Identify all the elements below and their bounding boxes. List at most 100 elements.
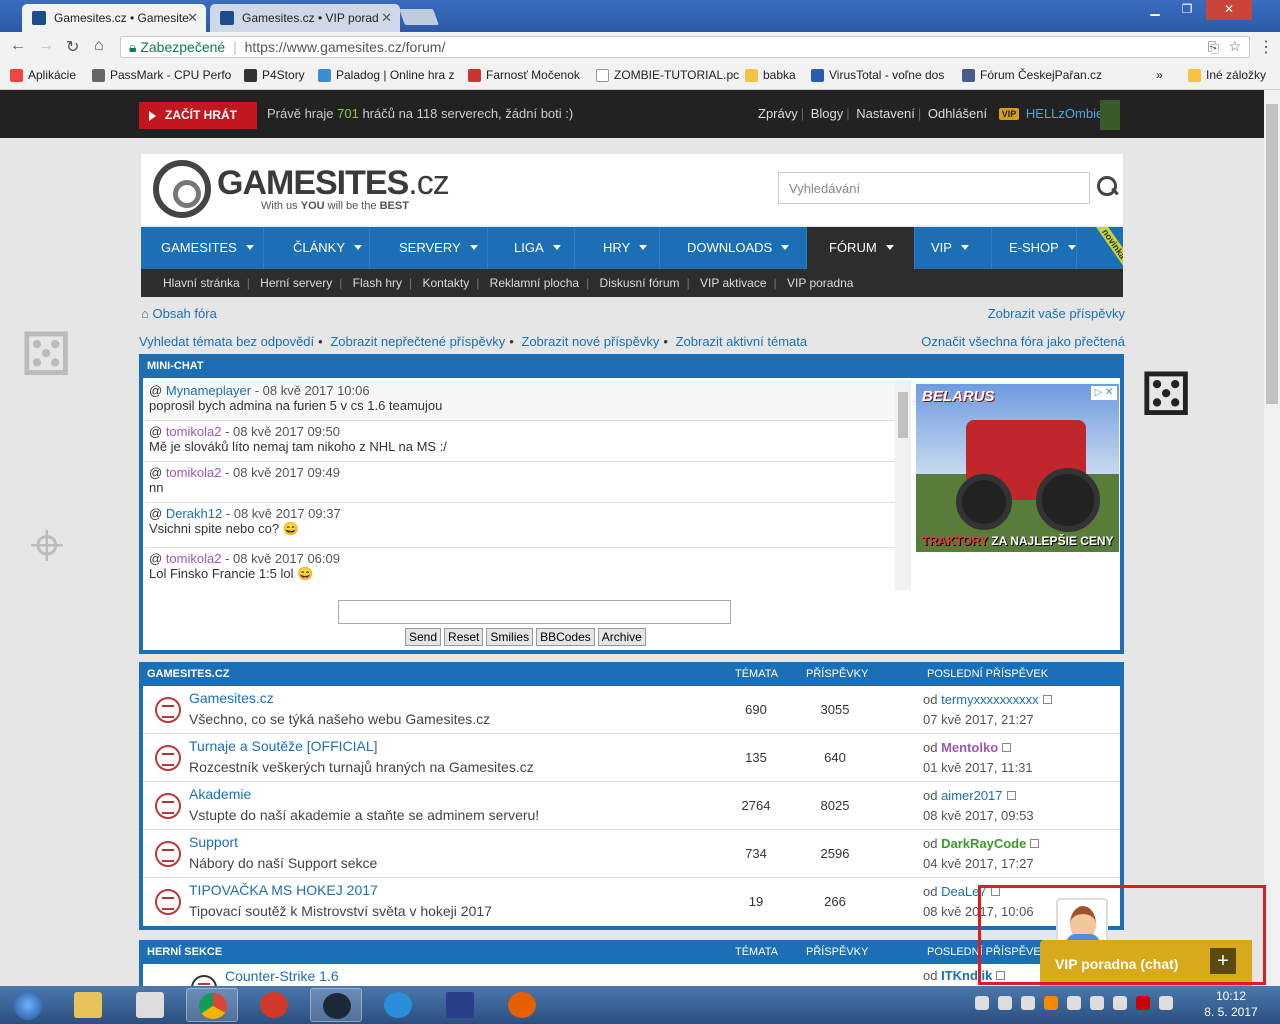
bookmark-farnost[interactable]: Farnosť Močenok [468,68,580,82]
ati-tray-icon[interactable] [1136,996,1150,1010]
chat-user[interactable]: tomikola2 [166,424,222,439]
bookmark-zombie-tutorial[interactable]: ZOMBIE-TUTORIAL.pc [596,68,739,82]
folder-taskbar-icon[interactable] [124,988,176,1022]
goto-post-icon[interactable] [1030,839,1040,848]
bookmark-ceskejparan[interactable]: Fórum ČeskejPařan.cz [962,68,1102,82]
forum-title-link[interactable]: Gamesites.cz [189,690,274,706]
nav-gamesites[interactable]: GAMESITES [141,227,264,269]
close-window-icon[interactable]: ✕ [1206,0,1252,20]
forum-title-link[interactable]: Turnaje a Soutěže [OFFICIAL] [189,738,378,754]
bookmark-passmark[interactable]: PassMark - CPU Perfo [92,68,231,82]
steam-tray-icon[interactable] [975,996,989,1010]
subnav-item[interactable]: Herní servery [260,276,332,290]
avast-tray-icon[interactable] [1044,996,1058,1010]
floppy-taskbar-icon[interactable] [434,988,486,1022]
link-settings[interactable]: Nastavení [856,106,915,121]
new-tab-button[interactable] [399,9,439,25]
goto-post-icon[interactable] [1042,695,1052,704]
explorer-taskbar-icon[interactable] [62,988,114,1022]
forward-arrow-icon[interactable]: → [38,37,54,55]
ad-choices-icon[interactable]: ▷ ✕ [1091,386,1117,400]
mark-all-read-link[interactable]: Označit všechna fóra jako přečtená [921,334,1125,349]
subnav-item[interactable]: Diskusní fórum [600,276,680,290]
forum-title-link[interactable]: Counter-Strike 1.6 [225,968,339,984]
chat-user[interactable]: Mynameplayer [166,383,251,398]
back-arrow-icon[interactable]: ← [10,37,26,55]
goto-post-icon[interactable] [1002,743,1012,752]
restore-icon[interactable]: ❐ [1172,0,1202,20]
shield-tray-icon[interactable] [1067,996,1081,1010]
ie-taskbar-icon[interactable] [372,988,424,1022]
bookmark-babka[interactable]: babka [745,68,796,82]
nav-hry[interactable]: HRY [575,227,660,269]
chat-user[interactable]: tomikola2 [166,465,222,480]
volume-tray-icon[interactable] [1090,996,1104,1010]
avatar[interactable] [1100,100,1120,130]
bookmark-virustotal[interactable]: VirusTotal - voľne dos [811,68,944,82]
subnav-item[interactable]: Flash hry [353,276,402,290]
network-tray-icon[interactable] [998,996,1012,1010]
bookmarks-overflow-chevron[interactable]: » [1140,68,1163,82]
forum-title-link[interactable]: TIPOVAČKA MS HOKEJ 2017 [189,882,378,898]
nav-downloads[interactable]: DOWNLOADS [660,227,807,269]
nav-clanky[interactable]: ČLÁNKY [264,227,370,269]
forum-index-link[interactable]: Obsah fóra [152,306,216,321]
quicklink[interactable]: Zobrazit nepřečtené příspěvky [330,334,505,349]
quicklink[interactable]: Vyhledat témata bez odpovědí [139,334,314,349]
forum-title-link[interactable]: Support [189,834,238,850]
tractor-ad[interactable]: BELARUS ▷ ✕ TRAKTORY ZA NAJLEPŠIE CENY [916,384,1119,552]
bookmark-p4story[interactable]: P4Story [244,68,305,82]
close-tab-icon[interactable]: ✕ [187,10,198,26]
start-button[interactable] [4,986,52,1024]
quicklink[interactable]: Zobrazit nové příspěvky [521,334,659,349]
firefox-taskbar-icon[interactable] [496,988,548,1022]
quicklink[interactable]: Zobrazit aktivní témata [676,334,808,349]
bookmark-other[interactable]: Iné záložky [1188,68,1266,82]
address-bar[interactable]: 🔒︎ Zabezpečené | https://www.gamesites.c… [120,36,1250,58]
subnav-item[interactable]: VIP poradna [787,276,854,290]
nav-vip[interactable]: VIP [915,227,992,269]
system-clock[interactable]: 10:12 8. 5. 2017 [1196,988,1266,1020]
chat-user[interactable]: tomikola2 [166,551,222,566]
steam-taskbar-icon[interactable] [310,988,362,1022]
chili-taskbar-icon[interactable] [248,988,300,1022]
logo-text[interactable]: GAMESITES.cz [217,164,450,203]
show-my-posts-link[interactable]: Zobrazit vaše příspěvky [988,306,1125,321]
goto-post-icon[interactable] [1006,791,1016,800]
smilies-button[interactable]: Smilies [486,628,534,646]
browser-tab-active[interactable]: Gamesites.cz • Gamesite ✕ [22,4,206,32]
subnav-item[interactable]: Hlavní stránka [163,276,240,290]
reload-icon[interactable]: ↻ [66,37,79,57]
minimize-icon[interactable]: ▁ [1140,0,1170,20]
chrome-taskbar-icon[interactable] [186,988,238,1022]
close-tab-icon[interactable]: ✕ [381,10,392,26]
subnav-item[interactable]: Reklamní plocha [490,276,579,290]
translate-icon[interactable]: ⎘ [1208,39,1219,56]
search-icon[interactable] [1095,174,1119,198]
username-link[interactable]: HELLzOmbie [1026,106,1103,121]
search-input[interactable]: Vyhledávání [778,172,1090,204]
menu-icon[interactable]: ⋮ [1258,37,1274,57]
send-button[interactable]: Send [405,628,442,646]
link-messages[interactable]: Zprávy [758,106,798,121]
page-scrollbar[interactable] [1264,90,1280,986]
subnav-item[interactable]: Kontakty [423,276,470,290]
volume-tray-icon[interactable] [1021,996,1035,1010]
bbcodes-button[interactable]: BBCodes [536,628,595,646]
link-blogs[interactable]: Blogy [811,106,844,121]
flag-tray-icon[interactable] [1159,996,1173,1010]
archive-button[interactable]: Archive [597,628,646,646]
nav-eshop[interactable]: E-SHOP [992,227,1077,269]
subnav-item[interactable]: VIP aktivace [700,276,766,290]
bookmark-paladog[interactable]: Paladog | Online hra z [318,68,455,82]
start-playing-button[interactable]: ZAČÍT HRÁT [139,102,257,129]
reset-button[interactable]: Reset [444,628,484,646]
chat-message-input[interactable] [338,600,731,624]
chat-user[interactable]: Derakh12 [166,506,222,521]
link-logout[interactable]: Odhlášení [928,106,987,121]
signal-tray-icon[interactable] [1113,996,1127,1010]
nav-liga[interactable]: LIGA [488,227,575,269]
bookmark-apps[interactable]: Aplikácie [10,68,76,82]
nav-servery[interactable]: SERVERY [370,227,488,269]
browser-tab-vip[interactable]: Gamesites.cz • VIP porad ✕ [210,4,400,32]
